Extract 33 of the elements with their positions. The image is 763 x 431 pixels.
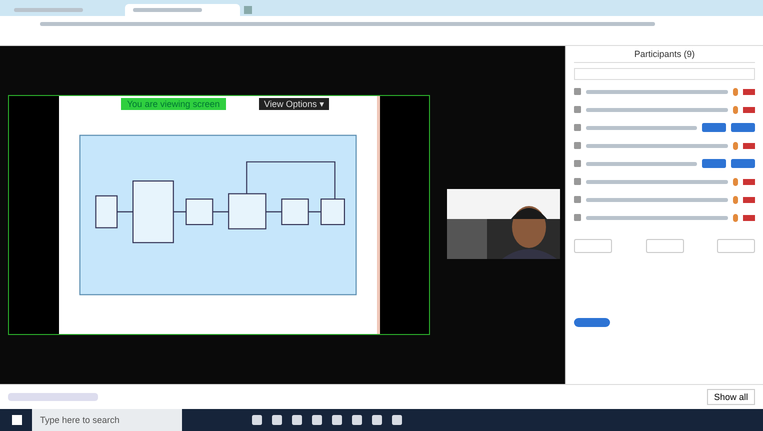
avatar-icon: [574, 178, 581, 185]
view-options-button[interactable]: View Options ▾: [259, 98, 330, 110]
participant-row[interactable]: [574, 193, 755, 206]
avatar-icon: [574, 124, 581, 131]
participant-row[interactable]: [574, 139, 755, 152]
avatar-icon: [574, 196, 581, 203]
search-field[interactable]: [574, 68, 755, 80]
camera-icon: [743, 88, 755, 94]
camera-icon: [743, 214, 755, 220]
camera-icon: [743, 178, 755, 184]
camera-icon: [743, 106, 755, 112]
show-all-button[interactable]: Show all: [706, 389, 755, 405]
participant-row[interactable]: [574, 211, 755, 224]
share-banner: You are viewing screen: [121, 98, 226, 110]
microphone-icon: [733, 88, 738, 96]
taskbar-search-field[interactable]: Type here to search: [32, 409, 182, 431]
avatar-icon: [574, 106, 581, 113]
avatar-icon: [574, 160, 581, 167]
camera-icon: [743, 196, 755, 202]
avatar-icon: [574, 88, 581, 95]
participant-row[interactable]: [574, 103, 755, 116]
participant-row[interactable]: [574, 175, 755, 188]
avatar-icon: [574, 142, 581, 149]
microphone-icon: [733, 106, 738, 114]
participant-row[interactable]: [574, 85, 755, 98]
microphone-icon: [733, 196, 738, 204]
chat-send-button[interactable]: [574, 318, 610, 327]
panel-title: Participants (9): [574, 46, 755, 63]
microphone-icon: [733, 142, 738, 150]
avatar-icon: [574, 214, 581, 221]
microphone-icon: [733, 178, 738, 186]
microphone-icon: [733, 214, 738, 222]
camera-icon: [743, 142, 755, 148]
